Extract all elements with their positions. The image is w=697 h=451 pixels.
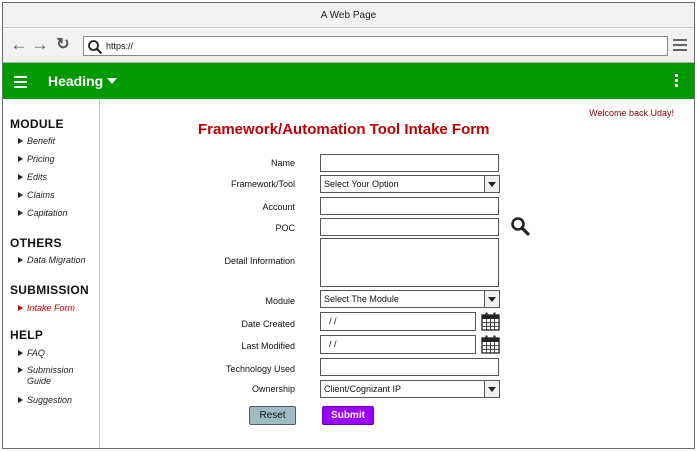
sidebar-section-help: HELP: [10, 328, 44, 342]
caret-right-icon: [18, 192, 23, 198]
forward-arrow-icon[interactable]: →: [31, 36, 49, 54]
caret-right-icon: [18, 174, 23, 180]
sidebar-item-capitation[interactable]: Capitation: [18, 208, 68, 219]
caret-right-icon: [18, 367, 23, 373]
last-modified-label: Last Modified: [241, 341, 295, 351]
sidebar-section-submission: SUBMISSION: [10, 283, 90, 297]
caret-right-icon: [18, 397, 23, 403]
form-title: Framework/Automation Tool Intake Form: [198, 121, 490, 138]
framework-label: Framework/Tool: [230, 179, 295, 189]
caret-right-icon: [18, 138, 23, 144]
ownership-label: Ownership: [251, 384, 295, 394]
detail-textarea[interactable]: [320, 238, 499, 287]
sidebar-item-suggestion[interactable]: Suggestion: [18, 395, 72, 406]
search-icon: [88, 40, 103, 55]
browser-menu-icon[interactable]: [673, 39, 687, 51]
framework-select[interactable]: Select Your Option: [320, 175, 500, 193]
module-label: Module: [265, 296, 295, 306]
module-select[interactable]: Select The Module: [320, 290, 500, 308]
browser-window: A Web Page ← → ↻ https:// Heading MODULE…: [2, 2, 695, 449]
caret-right-icon: [18, 210, 23, 216]
heading-dropdown[interactable]: Heading: [48, 63, 103, 99]
sidebar-item-benefit[interactable]: Benefit: [18, 136, 55, 147]
chevron-down-icon: [484, 176, 499, 192]
date-created-label: Date Created: [241, 319, 295, 329]
caret-right-icon: [18, 305, 23, 311]
window-title: A Web Page: [3, 3, 694, 28]
reload-icon[interactable]: ↻: [54, 36, 72, 54]
browser-toolbar: ← → ↻ https://: [3, 29, 694, 63]
main-content: Welcome back Uday! Framework/Automation …: [101, 99, 694, 448]
ownership-select-value: Client/Cognizant IP: [324, 384, 402, 394]
poc-label: POC: [275, 223, 295, 233]
welcome-message: Welcome back Uday!: [589, 108, 674, 118]
framework-select-value: Select Your Option: [324, 179, 399, 189]
technology-input[interactable]: [320, 358, 499, 376]
ownership-select[interactable]: Client/Cognizant IP: [320, 380, 500, 398]
sidebar-item-faq[interactable]: FAQ: [18, 348, 45, 359]
sidebar-item-claims[interactable]: Claims: [18, 190, 55, 201]
chevron-down-icon[interactable]: [107, 78, 117, 84]
submit-button[interactable]: Submit: [322, 406, 374, 425]
poc-input[interactable]: [320, 218, 499, 236]
calendar-icon[interactable]: [481, 335, 500, 354]
technology-label: Technology Used: [225, 364, 295, 374]
last-modified-input[interactable]: / /: [320, 335, 476, 354]
sidebar-item-data-migration[interactable]: Data Migration: [18, 255, 86, 266]
detail-label: Detail Information: [224, 256, 295, 266]
sidebar-item-intake-form[interactable]: Intake Form: [18, 303, 75, 314]
back-arrow-icon[interactable]: ←: [10, 36, 28, 54]
sidebar-item-submission-guide[interactable]: Submission Guide: [18, 365, 88, 387]
chevron-down-icon: [484, 381, 499, 397]
sidebar-section-others: OTHERS: [10, 236, 62, 250]
address-bar[interactable]: https://: [83, 36, 668, 56]
sidebar-section-module: MODULE: [10, 117, 64, 131]
kebab-menu-icon[interactable]: [675, 74, 678, 88]
hamburger-menu-icon[interactable]: [14, 76, 27, 88]
reset-button[interactable]: Reset: [249, 406, 296, 425]
sidebar: MODULE Benefit Pricing Edits Claims Capi…: [3, 99, 100, 448]
sidebar-item-pricing[interactable]: Pricing: [18, 154, 55, 165]
calendar-icon[interactable]: [481, 312, 500, 331]
search-poc-icon[interactable]: [510, 216, 530, 236]
url-text: https://: [106, 41, 134, 51]
account-label: Account: [262, 202, 295, 212]
chevron-down-icon: [484, 291, 499, 307]
date-created-input[interactable]: / /: [320, 312, 476, 331]
name-input[interactable]: [320, 154, 499, 172]
sidebar-item-edits[interactable]: Edits: [18, 172, 47, 183]
account-input[interactable]: [320, 197, 499, 215]
app-header: Heading: [3, 63, 694, 99]
caret-right-icon: [18, 156, 23, 162]
module-select-value: Select The Module: [324, 294, 399, 304]
caret-right-icon: [18, 350, 23, 356]
name-label: Name: [270, 158, 295, 168]
caret-right-icon: [18, 257, 23, 263]
